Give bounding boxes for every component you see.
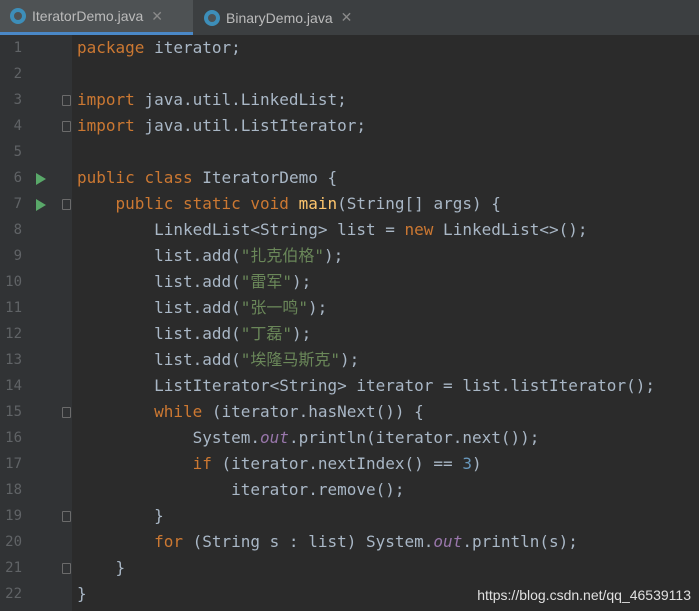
code-line-13: 13 list.add("埃隆马斯克"); <box>0 347 699 373</box>
code-text: iterator.remove(); <box>77 480 405 499</box>
line-number: 11 <box>5 300 22 316</box>
tab-label: BinaryDemo.java <box>226 9 333 26</box>
code-text: for (String s : list) System.out.println… <box>154 532 578 551</box>
code-text: LinkedList<String> list = new LinkedList… <box>77 220 588 239</box>
code-text: list.add("丁磊"); <box>77 324 312 343</box>
watermark-url: https://blog.csdn.net/qq_46539113 <box>477 587 691 603</box>
code-text: } <box>77 506 164 525</box>
line-number: 22 <box>5 586 22 602</box>
fold-marker-icon[interactable] <box>62 121 71 132</box>
code-line-8: 8 LinkedList<String> list = new LinkedLi… <box>0 217 699 243</box>
code-text: import java.util.LinkedList; <box>77 90 347 109</box>
fold-marker-icon[interactable] <box>62 563 71 574</box>
code-text: if (iterator.nextIndex() == 3) <box>192 454 482 473</box>
code-line-7: 7 public static void main(String[] args)… <box>0 191 699 217</box>
code-text: list.add("雷军"); <box>77 272 312 291</box>
tab-label: IteratorDemo.java <box>32 8 144 24</box>
fold-marker-icon[interactable] <box>62 199 71 210</box>
close-icon[interactable]: ✕ <box>151 8 163 25</box>
line-number: 2 <box>13 66 22 82</box>
line-number: 16 <box>5 430 22 446</box>
code-text: public class IteratorDemo { <box>77 168 338 187</box>
code-text: package iterator; <box>77 38 241 57</box>
code-text: public static void main(String[] args) { <box>115 194 501 213</box>
code-line-19: 19 } <box>0 503 699 529</box>
line-number: 9 <box>13 248 22 264</box>
line-number: 13 <box>5 352 22 368</box>
line-number: 6 <box>13 170 22 186</box>
fold-marker-icon[interactable] <box>62 95 71 106</box>
code-text: } <box>77 584 87 603</box>
java-class-icon <box>204 9 220 26</box>
run-icon[interactable] <box>36 173 46 185</box>
line-number: 15 <box>5 404 22 420</box>
line-number: 19 <box>5 508 22 524</box>
code-line-20: 20 for (String s : list) System.out.prin… <box>0 529 699 555</box>
line-number: 7 <box>13 196 22 212</box>
code-line-14: 14 ListIterator<String> iterator = list.… <box>0 373 699 399</box>
code-text: System.out.println(iterator.next()); <box>77 428 540 447</box>
code-line-10: 10 list.add("雷军"); <box>0 269 699 295</box>
code-line-21: 21 } <box>0 555 699 581</box>
code-text: import java.util.ListIterator; <box>77 116 366 135</box>
tab-binarydemo-java[interactable]: BinaryDemo.java ✕ <box>194 0 379 35</box>
line-number: 1 <box>13 40 22 56</box>
code-text: list.add("扎克伯格"); <box>77 246 344 265</box>
code-line-12: 12 list.add("丁磊"); <box>0 321 699 347</box>
code-line-16: 16 System.out.println(iterator.next()); <box>0 425 699 451</box>
fold-marker-icon[interactable] <box>62 407 71 418</box>
fold-marker-icon[interactable] <box>62 511 71 522</box>
line-number: 14 <box>5 378 22 394</box>
code-line-9: 9 list.add("扎克伯格"); <box>0 243 699 269</box>
code-text: ListIterator<String> iterator = list.lis… <box>77 376 655 395</box>
line-number: 18 <box>5 482 22 498</box>
line-number: 8 <box>13 222 22 238</box>
code-text: list.add("张一鸣"); <box>77 298 328 317</box>
line-number: 4 <box>13 118 22 134</box>
code-line-17: 17 if (iterator.nextIndex() == 3) <box>0 451 699 477</box>
code-line-1: 1 package iterator; <box>0 35 699 61</box>
editor-tab-bar: IteratorDemo.java ✕ BinaryDemo.java ✕ <box>0 0 699 36</box>
line-number: 17 <box>5 456 22 472</box>
code-line-11: 11 list.add("张一鸣"); <box>0 295 699 321</box>
tab-iteratordemo-java[interactable]: IteratorDemo.java ✕ <box>0 0 193 35</box>
line-number: 12 <box>5 326 22 342</box>
run-icon[interactable] <box>36 199 46 211</box>
code-line-3: 3 import java.util.LinkedList; <box>0 87 699 113</box>
code-line-4: 4 import java.util.ListIterator; <box>0 113 699 139</box>
code-text: list.add("埃隆马斯克"); <box>77 350 360 369</box>
code-line-15: 15 while (iterator.hasNext()) { <box>0 399 699 425</box>
line-number: 20 <box>5 534 22 550</box>
code-line-5: 5 <box>0 139 699 165</box>
code-text: } <box>77 558 126 577</box>
close-icon[interactable]: ✕ <box>341 9 353 26</box>
line-number: 10 <box>5 274 22 290</box>
code-text: while (iterator.hasNext()) { <box>154 402 424 421</box>
code-line-2: 2 <box>0 61 699 87</box>
code-line-6: 6 public class IteratorDemo { <box>0 165 699 191</box>
line-number: 3 <box>13 92 22 108</box>
line-number: 21 <box>5 560 22 576</box>
code-line-18: 18 iterator.remove(); <box>0 477 699 503</box>
java-class-icon <box>10 8 26 24</box>
line-number: 5 <box>13 144 22 160</box>
